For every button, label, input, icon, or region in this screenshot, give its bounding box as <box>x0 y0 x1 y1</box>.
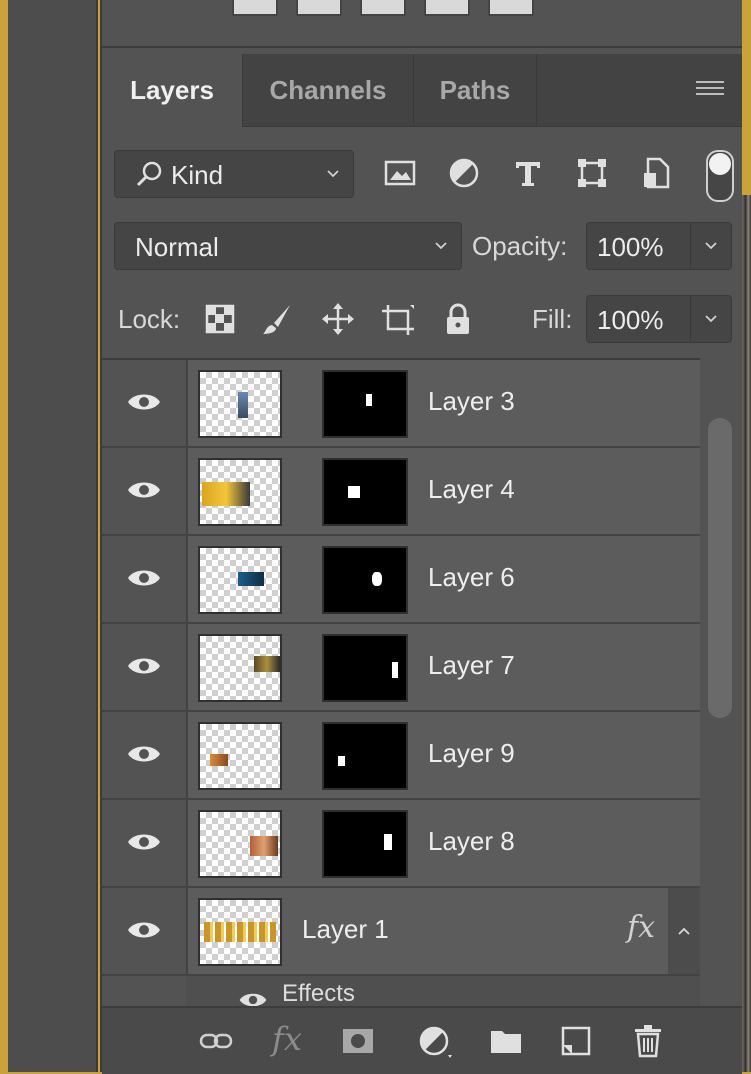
adjustment-filter-icon[interactable] <box>446 155 482 191</box>
adjustments-strip <box>102 0 742 48</box>
layer-thumbnail[interactable] <box>198 546 282 614</box>
new-group-icon[interactable] <box>488 1023 524 1059</box>
fill-field[interactable]: 100% <box>586 295 732 343</box>
layer-mask-thumbnail[interactable] <box>322 634 408 702</box>
layer-name[interactable]: Layer 9 <box>428 738 515 769</box>
visibility-toggle[interactable] <box>102 448 188 534</box>
filter-kind-select[interactable]: Kind <box>114 150 354 198</box>
chevron-down-icon <box>705 242 717 250</box>
visibility-toggle[interactable] <box>102 624 188 710</box>
layer-mask-thumbnail[interactable] <box>322 458 408 526</box>
layer-thumbnail[interactable] <box>198 634 282 702</box>
layer-name[interactable]: Layer 8 <box>428 826 515 857</box>
filter-toggle[interactable] <box>706 150 734 202</box>
visibility-toggle[interactable] <box>102 888 188 974</box>
layer-name[interactable]: Layer 1 <box>302 914 389 945</box>
layer-thumbnail[interactable] <box>198 722 282 790</box>
left-dock <box>8 0 98 1072</box>
eye-icon <box>128 570 160 586</box>
panel-tab-bar: Layers Channels Paths <box>102 54 742 127</box>
lock-all-icon[interactable] <box>440 301 476 337</box>
chevron-down-icon <box>327 170 339 178</box>
visibility-toggle[interactable] <box>102 712 188 798</box>
visibility-toggle[interactable] <box>102 800 188 886</box>
layer-mask-thumbnail[interactable] <box>322 810 408 878</box>
lock-artboard-icon[interactable] <box>380 301 416 337</box>
eye-icon <box>128 746 160 762</box>
layer-thumbnail[interactable] <box>198 370 282 438</box>
fill-value: 100% <box>597 305 664 335</box>
layer-name[interactable]: Layer 6 <box>428 562 515 593</box>
adjustment-preset-icon[interactable] <box>360 0 406 16</box>
search-icon <box>136 161 162 187</box>
opacity-value: 100% <box>597 232 664 262</box>
expand-effects-button[interactable] <box>668 888 700 974</box>
opacity-label: Opacity: <box>472 231 568 261</box>
new-layer-icon[interactable] <box>558 1023 594 1059</box>
layer-mask-thumbnail[interactable] <box>322 722 408 790</box>
visibility-toggle[interactable] <box>102 360 188 446</box>
fill-label: Fill: <box>532 304 573 334</box>
shape-filter-icon[interactable] <box>574 155 610 191</box>
effects-row[interactable]: Effects <box>186 976 700 1008</box>
layer-row[interactable]: Layer 4 <box>102 448 700 536</box>
eye-icon <box>128 482 160 498</box>
layer-row[interactable]: Layer 8 <box>102 800 700 888</box>
lock-label: Lock: <box>118 304 181 334</box>
layer-row[interactable]: Layer 9 <box>102 712 700 800</box>
layer-thumbnail[interactable] <box>198 458 282 526</box>
chevron-down-icon <box>705 315 717 323</box>
tab-channels[interactable]: Channels <box>243 54 414 126</box>
layer-name[interactable]: Layer 3 <box>428 386 515 417</box>
layer-row[interactable]: Layer 7 <box>102 624 700 712</box>
layer-mask-thumbnail[interactable] <box>322 546 408 614</box>
add-mask-icon[interactable] <box>340 1023 376 1059</box>
layer-thumbnail[interactable] <box>198 810 282 878</box>
eye-icon <box>128 834 160 850</box>
scrollbar-thumb[interactable] <box>708 418 732 718</box>
smart-object-filter-icon[interactable] <box>638 155 674 191</box>
layer-name[interactable]: Layer 7 <box>428 650 515 681</box>
visibility-toggle[interactable] <box>102 536 188 622</box>
effects-label: Effects <box>282 980 355 1007</box>
tab-layers[interactable]: Layers <box>102 54 243 127</box>
type-filter-icon[interactable] <box>510 155 546 191</box>
fill-dropdown-button[interactable] <box>690 296 731 342</box>
layers-bottom-toolbar: fx <box>102 1006 742 1074</box>
link-layers-icon[interactable] <box>198 1023 234 1059</box>
eye-icon <box>128 658 160 674</box>
layer-row[interactable]: Layer 6 <box>102 536 700 624</box>
layer-name[interactable]: Layer 4 <box>428 474 515 505</box>
layer-thumbnail[interactable] <box>198 898 282 966</box>
layer-mask-thumbnail[interactable] <box>322 370 408 438</box>
eye-icon <box>128 394 160 410</box>
adjustment-preset-icon[interactable] <box>232 0 278 16</box>
lock-image-pixels-icon[interactable] <box>260 301 296 337</box>
layer-row[interactable]: Layer 3 <box>102 360 700 448</box>
chevron-up-icon <box>678 927 690 935</box>
lock-transparent-pixels-icon[interactable] <box>202 301 238 337</box>
tab-paths[interactable]: Paths <box>414 54 537 126</box>
blend-mode-value: Normal <box>135 232 219 262</box>
image-filter-icon[interactable] <box>382 155 418 191</box>
opacity-field[interactable]: 100% <box>586 222 732 270</box>
new-adjustment-icon[interactable] <box>416 1023 452 1059</box>
adjustment-preset-icon[interactable] <box>296 0 342 16</box>
layer-row[interactable]: Layer 1 fx <box>102 888 700 976</box>
blend-mode-select[interactable]: Normal <box>114 222 462 270</box>
opacity-dropdown-button[interactable] <box>690 223 731 269</box>
layers-list: Layer 3 Layer 4 Layer 6 Layer 7 Layer 9 … <box>102 358 700 1008</box>
layer-effects-badge[interactable]: fx <box>627 910 655 945</box>
delete-layer-icon[interactable] <box>630 1023 666 1059</box>
layers-panel: Layers Channels Paths Kind Normal Opacit… <box>100 0 742 1074</box>
adjustment-preset-icon[interactable] <box>424 0 470 16</box>
lock-position-icon[interactable] <box>320 301 356 337</box>
chevron-down-icon <box>435 242 447 250</box>
filter-kind-label: Kind <box>171 160 224 190</box>
add-style-button[interactable]: fx <box>272 1020 302 1058</box>
adjustment-preset-icon[interactable] <box>488 0 534 16</box>
eye-icon <box>128 922 160 938</box>
panel-menu-icon[interactable] <box>696 81 724 99</box>
